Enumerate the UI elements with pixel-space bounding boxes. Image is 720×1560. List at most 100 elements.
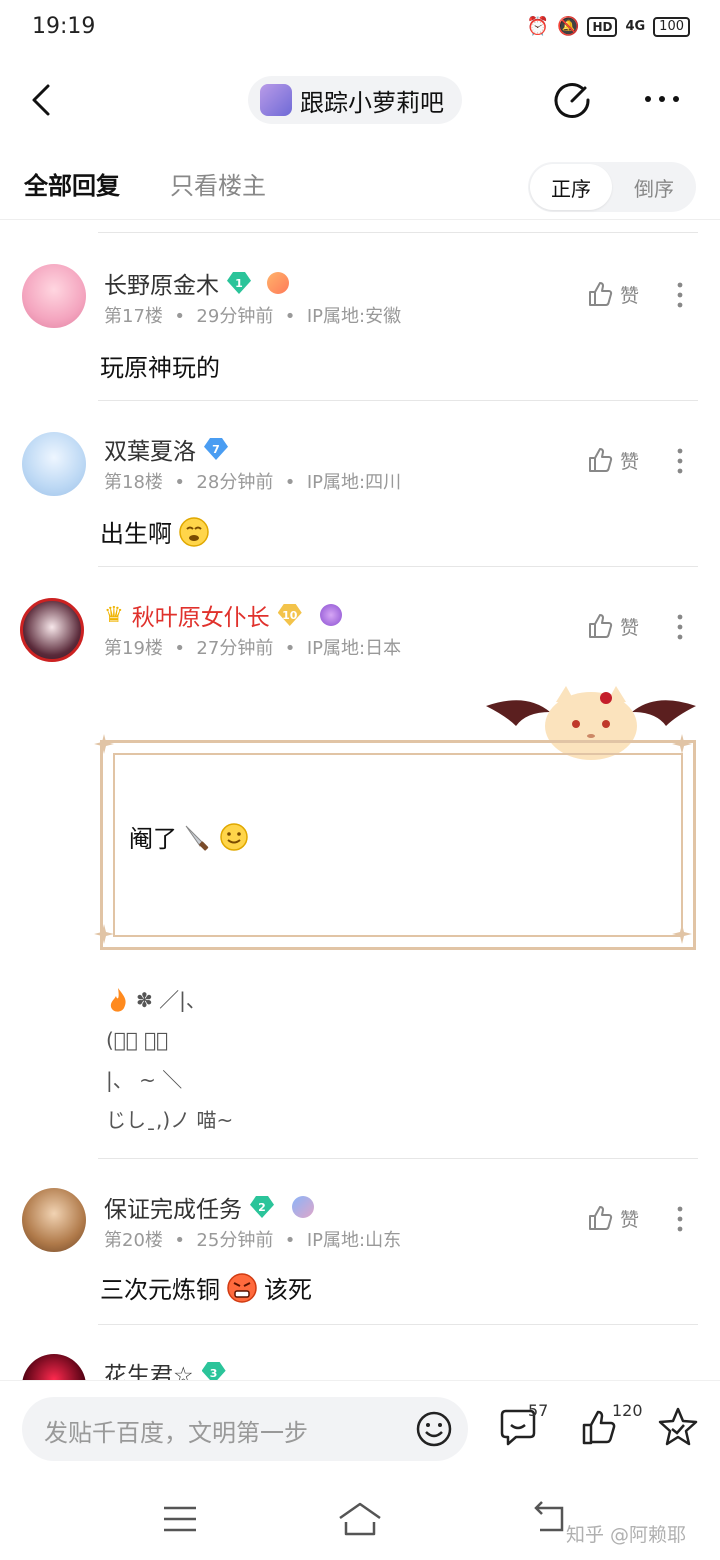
decoration-badge-icon — [292, 1196, 314, 1218]
like-count: 120 — [612, 1401, 643, 1420]
like-button[interactable]: 赞 — [586, 446, 639, 474]
avatar[interactable] — [22, 432, 86, 496]
like-button[interactable]: 赞 — [586, 612, 639, 640]
post-meta: 第19楼 • 27分钟前 • IP属地:日本 — [104, 638, 402, 659]
like-button[interactable]: 赞 — [586, 280, 639, 308]
floor-number: 第20楼 — [104, 1230, 163, 1251]
user-row: 长野原金木 1 — [104, 266, 289, 300]
thumbs-up-icon — [589, 282, 613, 306]
post-meta: 第18楼 • 28分钟前 • IP属地:四川 — [104, 472, 402, 493]
ip-location: IP属地:四川 — [306, 472, 402, 493]
level-badge-icon: 7 — [204, 438, 228, 460]
post-content-suffix: 该死 — [264, 1276, 312, 1304]
back-icon[interactable] — [22, 80, 62, 120]
ip-location: IP属地:日本 — [306, 638, 402, 659]
user-row: 保证完成任务 2 — [104, 1190, 314, 1224]
level-badge-icon: 10 — [277, 604, 302, 626]
menu-icon[interactable] — [160, 1502, 200, 1536]
tab-all-replies[interactable]: 全部回复 — [24, 166, 120, 201]
star-favorite-icon[interactable] — [656, 1405, 700, 1449]
post-content-text: 三次元炼铜 — [100, 1276, 220, 1304]
thumbs-up-icon — [589, 448, 613, 472]
knife-icon — [185, 825, 209, 851]
crying-emoji-icon — [179, 516, 209, 547]
post-time: 25分钟前 — [196, 1230, 274, 1251]
post-content-text: 阉了 — [129, 825, 177, 853]
decoration-badge-icon — [319, 604, 342, 626]
decoration-badge-icon — [267, 272, 289, 294]
floor-number: 第18楼 — [104, 472, 163, 493]
emoji-icon[interactable] — [414, 1409, 454, 1449]
avatar[interactable] — [22, 264, 86, 328]
like-label: 赞 — [620, 284, 640, 307]
hd-icon: HD — [587, 16, 618, 37]
level-badge-icon: 3 — [201, 1362, 226, 1380]
post-more-icon[interactable] — [670, 446, 690, 476]
sort-descending-button[interactable]: 倒序 — [614, 164, 694, 210]
post-more-icon[interactable] — [670, 280, 690, 310]
like-button[interactable]: 赞 — [586, 1204, 639, 1232]
mute-notification-icon: 🔕 — [557, 16, 580, 37]
edit-icon[interactable] — [552, 80, 592, 120]
username[interactable]: 秋叶原女仆长 — [132, 598, 270, 632]
angry-emoji-icon — [227, 1272, 257, 1303]
user-row: ♛ 秋叶原女仆长 10 — [104, 598, 342, 632]
post-meta: 第17楼 • 29分钟前 • IP属地:安徽 — [104, 306, 402, 327]
post-content: 阉了 — [129, 819, 249, 854]
post-more-icon[interactable] — [670, 1204, 690, 1234]
ip-location: IP属地:安徽 — [306, 306, 402, 327]
username[interactable]: 长野原金木 — [104, 266, 219, 300]
battery-icon: 100 — [653, 16, 690, 37]
post-meta: 第20楼 • 25分钟前 • IP属地:山东 — [104, 1230, 402, 1251]
flame-icon — [110, 988, 126, 1012]
post-time: 27分钟前 — [196, 638, 274, 659]
post-content: 出生啊 — [100, 514, 210, 549]
forum-avatar — [260, 84, 292, 116]
thumbs-up-icon — [589, 1206, 613, 1230]
like-label: 赞 — [620, 1208, 640, 1231]
alarm-icon: ⏰ — [526, 16, 550, 37]
kaomoji-signature: ✽ ／|、 (ﾟ､ 。７ |、 ~ ＼ じしˍ,)ノ 喵~ — [106, 980, 233, 1140]
level-badge-icon: 2 — [250, 1196, 274, 1218]
comment-count: 57 — [528, 1401, 549, 1420]
status-icons: ⏰ 🔕 HD 4G 100 — [527, 16, 690, 37]
post-item: 花生君☆ 3 — [0, 1352, 720, 1380]
sparkle-icon — [94, 924, 114, 944]
forum-pill[interactable]: 跟踪小萝莉吧 — [248, 76, 462, 124]
smile-emoji-icon — [220, 822, 248, 851]
reply-input[interactable]: 发贴千百度，文明第一步 — [22, 1397, 468, 1461]
post-content: 三次元炼铜 该死 — [100, 1270, 312, 1305]
divider — [98, 232, 698, 233]
sort-toggle: 正序 倒序 — [528, 162, 696, 212]
kaomoji-line: ✽ ／|、 — [106, 980, 233, 1020]
back-nav-icon[interactable] — [528, 1500, 568, 1536]
sparkle-icon — [672, 734, 692, 754]
kaomoji-line-text: ✽ ／|、 — [136, 988, 206, 1012]
reply-placeholder: 发贴千百度，文明第一步 — [44, 1419, 308, 1447]
sparkle-icon — [672, 924, 692, 944]
post-time: 28分钟前 — [196, 472, 274, 493]
more-icon[interactable] — [640, 84, 684, 114]
decorated-post-frame: 阉了 — [100, 740, 696, 950]
avatar[interactable] — [20, 598, 84, 662]
avatar[interactable] — [22, 1188, 86, 1252]
username[interactable]: 双葉夏洛 — [104, 432, 196, 466]
username[interactable]: 保证完成任务 — [104, 1190, 242, 1224]
divider — [98, 1324, 698, 1325]
post-more-icon[interactable] — [670, 612, 690, 642]
ip-location: IP属地:山东 — [306, 1230, 402, 1251]
top-navigation: 跟踪小萝莉吧 — [0, 60, 720, 140]
sparkle-icon — [94, 734, 114, 754]
post-content-text: 出生啊 — [100, 520, 172, 548]
sort-ascending-button[interactable]: 正序 — [530, 164, 612, 210]
tab-owner-only[interactable]: 只看楼主 — [170, 166, 266, 201]
post-time: 29分钟前 — [196, 306, 274, 327]
reply-bar: 发贴千百度，文明第一步 57 120 — [0, 1380, 720, 1480]
watermark: 知乎 @阿赖耶 — [566, 1524, 687, 1546]
avatar[interactable] — [22, 1354, 86, 1380]
crown-icon: ♛ — [104, 602, 124, 628]
username[interactable]: 花生君☆ — [104, 1356, 194, 1380]
kaomoji-line: |、 ~ ＼ — [106, 1068, 183, 1092]
status-bar: 19:19 ⏰ 🔕 HD 4G 100 — [0, 0, 720, 56]
home-icon[interactable] — [336, 1498, 384, 1538]
